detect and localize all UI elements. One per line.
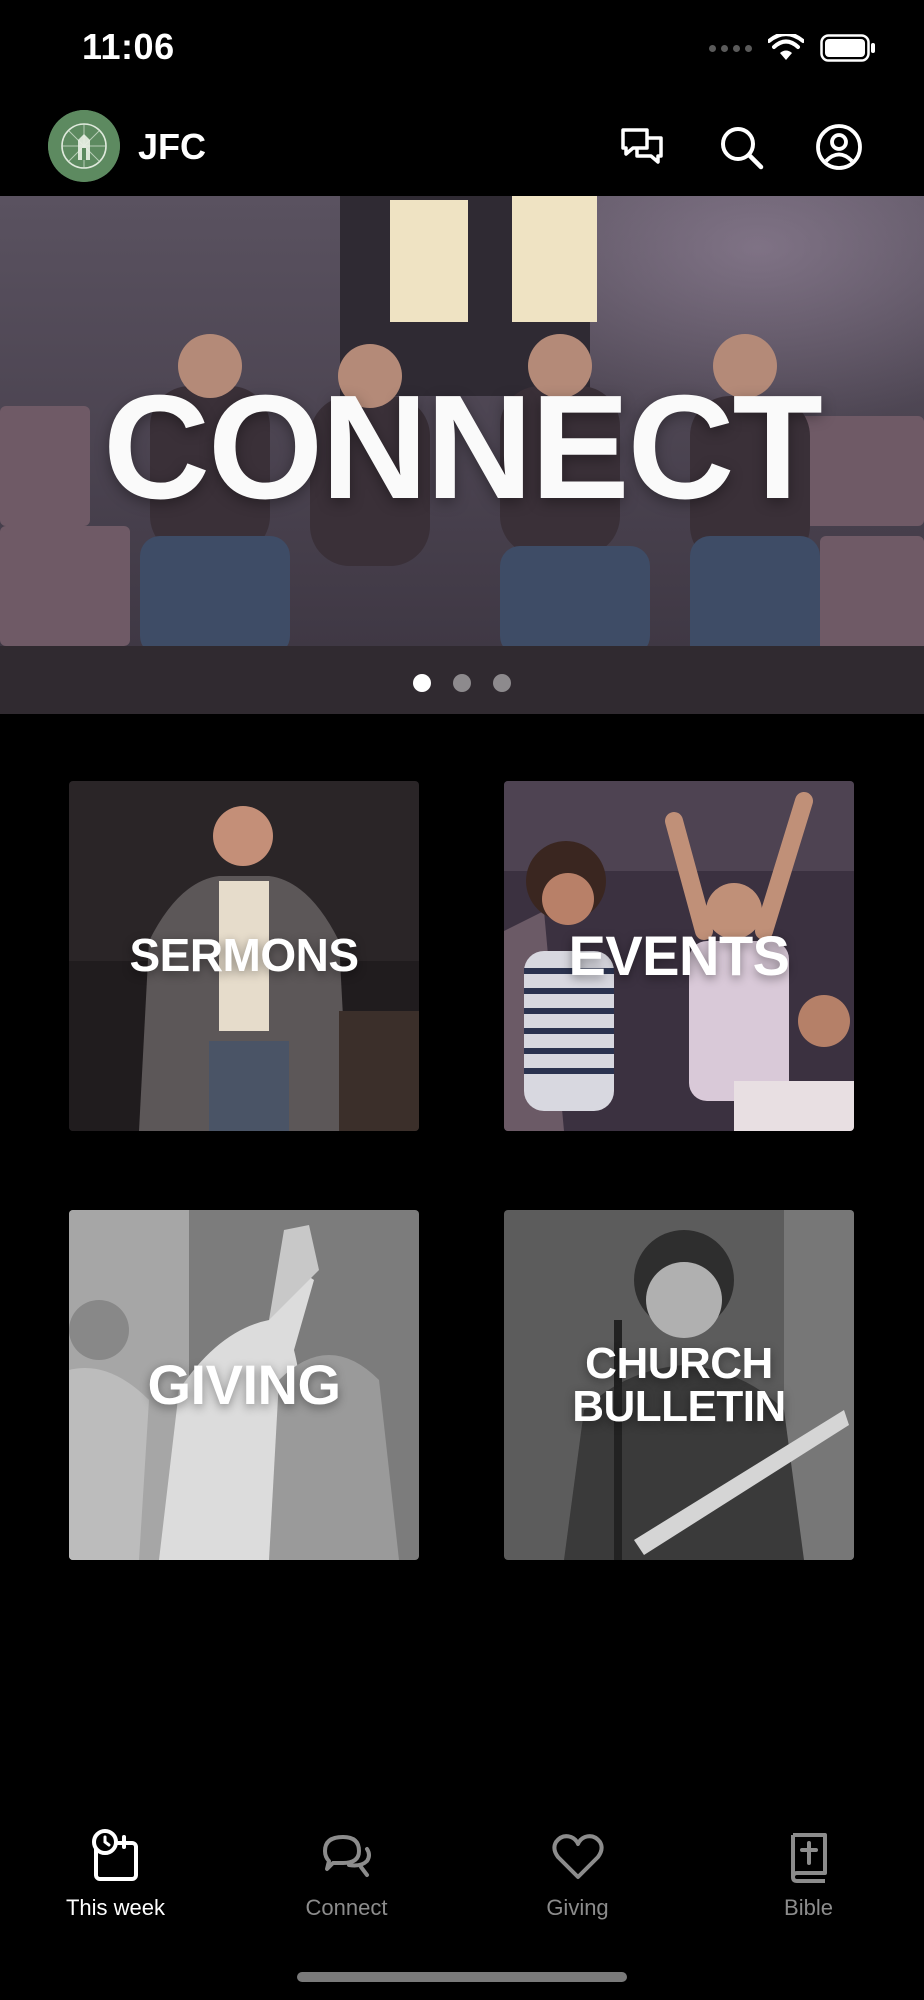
tile-giving[interactable]: GIVING <box>69 1210 419 1560</box>
calendar-clock-icon <box>91 1829 138 1881</box>
tile-church-bulletin-label: CHURCH BULLETIN <box>572 1338 786 1431</box>
tile-events-label: EVENTS <box>568 923 790 987</box>
nav-giving-label: Giving <box>546 1895 609 1920</box>
search-icon[interactable] <box>716 122 766 172</box>
tile-sermons[interactable]: SERMONS <box>69 781 419 1131</box>
messages-icon[interactable] <box>617 122 667 172</box>
carousel-dots <box>0 674 924 692</box>
nav-connect-label: Connect <box>305 1895 388 1920</box>
status-icons <box>709 34 876 62</box>
battery-icon <box>820 34 875 62</box>
status-bar: 11:06 <box>0 0 924 100</box>
bible-icon <box>790 1833 827 1883</box>
chat-bubbles-icon <box>322 1835 371 1877</box>
app-header: JFC <box>0 100 924 196</box>
nav-bible-label: Bible <box>784 1895 833 1920</box>
carousel-dot-1[interactable] <box>413 674 431 692</box>
tile-events[interactable]: EVENTS <box>504 781 854 1131</box>
hero-title: CONNECT <box>103 365 823 530</box>
bottom-nav: This week Connect Giving Bible <box>0 1815 924 1935</box>
heart-icon <box>551 1834 604 1879</box>
carousel-dot-3[interactable] <box>493 674 511 692</box>
wifi-icon <box>768 34 804 60</box>
app-name: JFC <box>138 126 207 167</box>
home-indicator <box>297 1972 627 1982</box>
church-logo[interactable] <box>48 110 120 182</box>
nav-this-week[interactable]: This week <box>0 1815 231 1925</box>
tile-church-bulletin[interactable]: CHURCH BULLETIN <box>504 1210 854 1560</box>
tile-sermons-label: SERMONS <box>129 929 359 982</box>
carousel-dot-2[interactable] <box>453 674 471 692</box>
nav-bible[interactable]: Bible <box>693 1815 924 1925</box>
cellular-signal-icon <box>709 44 752 52</box>
nav-this-week-label: This week <box>65 1895 166 1920</box>
profile-icon[interactable] <box>814 122 864 172</box>
nav-giving[interactable]: Giving <box>462 1815 693 1925</box>
nav-connect[interactable]: Connect <box>231 1815 462 1925</box>
tile-giving-label: GIVING <box>147 1352 341 1416</box>
hero-carousel[interactable]: CONNECT <box>0 196 924 714</box>
status-time: 11:06 <box>82 26 175 67</box>
